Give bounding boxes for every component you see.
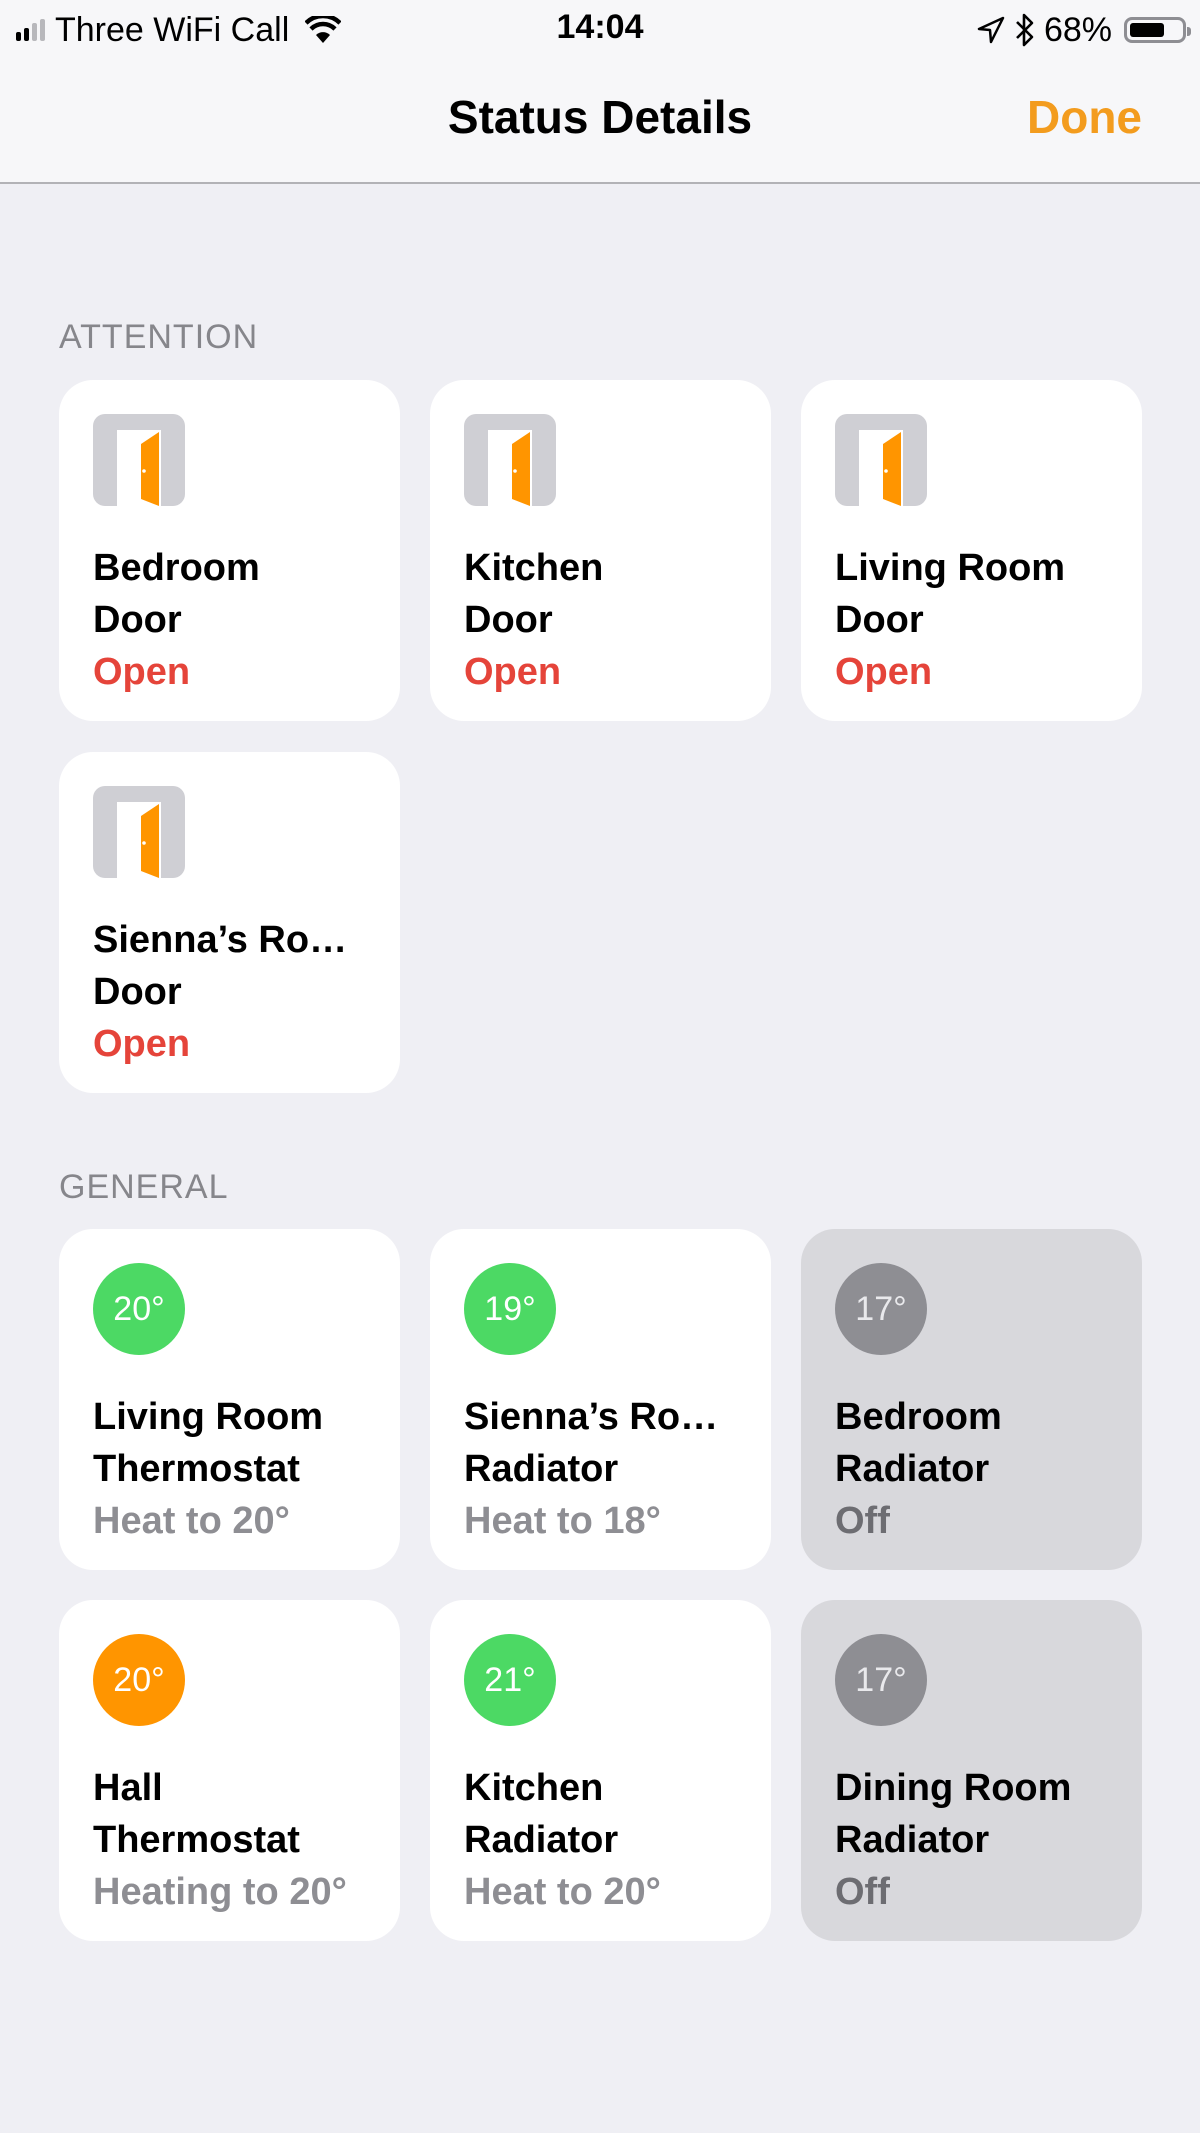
door-open-icon: [464, 414, 556, 506]
accessory-name-line1: Kitchen: [464, 1767, 604, 1809]
temperature-badge: 20°: [93, 1263, 185, 1355]
accessory-status: Open: [93, 651, 191, 693]
accessory-name-line2: Radiator: [464, 1819, 619, 1861]
temperature-badge: 21°: [464, 1634, 556, 1726]
battery-percent: 68%: [1043, 10, 1112, 49]
accessory-name: Sienna’s Ro… Radiator: [464, 1391, 751, 1495]
accessory-name-line1: Dining Room: [835, 1767, 1072, 1809]
navigation-bar: Status Details Done: [0, 60, 1200, 184]
status-bar: Three WiFi Call 14:04 68%: [0, 0, 1200, 60]
accessory-name: Dining Room Radiator: [835, 1762, 1122, 1866]
accessory-name-line2: Radiator: [835, 1448, 990, 1490]
accessory-name-line2: Radiator: [464, 1448, 619, 1490]
accessory-status: Off: [835, 1500, 890, 1542]
accessory-name-line1: Sienna’s Ro…: [464, 1396, 719, 1438]
accessory-name-line2: Door: [93, 599, 182, 641]
accessory-tile-door[interactable]: Kitchen Door Open: [430, 380, 771, 721]
temperature-badge: 17°: [835, 1263, 927, 1355]
accessory-name-line1: Kitchen: [464, 547, 604, 589]
accessory-name-line2: Door: [93, 971, 182, 1013]
accessory-tile-climate[interactable]: 20° Living Room Thermostat Heat to 20°: [59, 1229, 400, 1570]
accessory-name-line1: Sienna’s Ro…: [93, 919, 348, 961]
accessory-tile-door[interactable]: Living Room Door Open: [801, 380, 1142, 721]
accessory-status: Off: [835, 1871, 890, 1913]
accessory-name: Bedroom Door: [93, 542, 380, 646]
temperature-badge: 20°: [93, 1634, 185, 1726]
accessory-tile-door[interactable]: Bedroom Door Open: [59, 380, 400, 721]
accessory-name-line2: Thermostat: [93, 1448, 300, 1490]
accessory-tile-climate[interactable]: 19° Sienna’s Ro… Radiator Heat to 18°: [430, 1229, 771, 1570]
door-open-icon: [93, 786, 185, 878]
accessory-name: Living Room Thermostat: [93, 1391, 380, 1495]
accessory-name: Hall Thermostat: [93, 1762, 380, 1866]
battery-level-fill: [1130, 23, 1164, 37]
page-title: Status Details: [447, 91, 753, 143]
accessory-status: Heating to 20°: [93, 1871, 347, 1913]
accessory-name-line1: Hall: [93, 1767, 163, 1809]
accessory-name: Kitchen Door: [464, 542, 751, 646]
accessory-tile-climate[interactable]: 21° Kitchen Radiator Heat to 20°: [430, 1600, 771, 1941]
door-open-icon: [835, 414, 927, 506]
accessory-name-line1: Bedroom: [93, 547, 260, 589]
temperature-badge: 19°: [464, 1263, 556, 1355]
accessory-status: Open: [464, 651, 562, 693]
accessory-name-line1: Living Room: [93, 1396, 324, 1438]
accessory-tile-climate[interactable]: 17° Dining Room Radiator Off: [801, 1600, 1142, 1941]
accessory-status: Open: [835, 651, 933, 693]
section-header-attention: ATTENTION: [59, 318, 259, 356]
door-open-icon: [93, 414, 185, 506]
accessory-tile-door[interactable]: Sienna’s Ro… Door Open: [59, 752, 400, 1093]
bluetooth-icon: [1016, 13, 1034, 47]
accessory-name-line1: Bedroom: [835, 1396, 1002, 1438]
accessory-name: Living Room Door: [835, 542, 1122, 646]
accessory-name-line2: Thermostat: [93, 1819, 300, 1861]
accessory-name: Bedroom Radiator: [835, 1391, 1122, 1495]
accessory-name: Sienna’s Ro… Door: [93, 914, 380, 1018]
battery-icon: [1124, 17, 1191, 43]
location-arrow-icon: [977, 16, 1005, 44]
accessory-status: Heat to 20°: [464, 1871, 661, 1913]
accessory-tile-climate[interactable]: 17° Bedroom Radiator Off: [801, 1229, 1142, 1570]
section-header-general: GENERAL: [59, 1168, 229, 1206]
accessory-name-line2: Door: [835, 599, 924, 641]
battery-nub: [1187, 27, 1191, 36]
status-bar-right: 68%: [976, 8, 1191, 52]
accessory-name-line1: Living Room: [835, 547, 1066, 589]
accessory-name: Kitchen Radiator: [464, 1762, 751, 1866]
accessory-status: Heat to 20°: [93, 1500, 290, 1542]
accessory-status: Heat to 18°: [464, 1500, 661, 1542]
accessory-tile-climate[interactable]: 20° Hall Thermostat Heating to 20°: [59, 1600, 400, 1941]
accessory-name-line2: Door: [464, 599, 553, 641]
accessory-name-line2: Radiator: [835, 1819, 990, 1861]
temperature-badge: 17°: [835, 1634, 927, 1726]
accessory-status: Open: [93, 1023, 191, 1065]
done-button[interactable]: Done: [1027, 90, 1142, 144]
